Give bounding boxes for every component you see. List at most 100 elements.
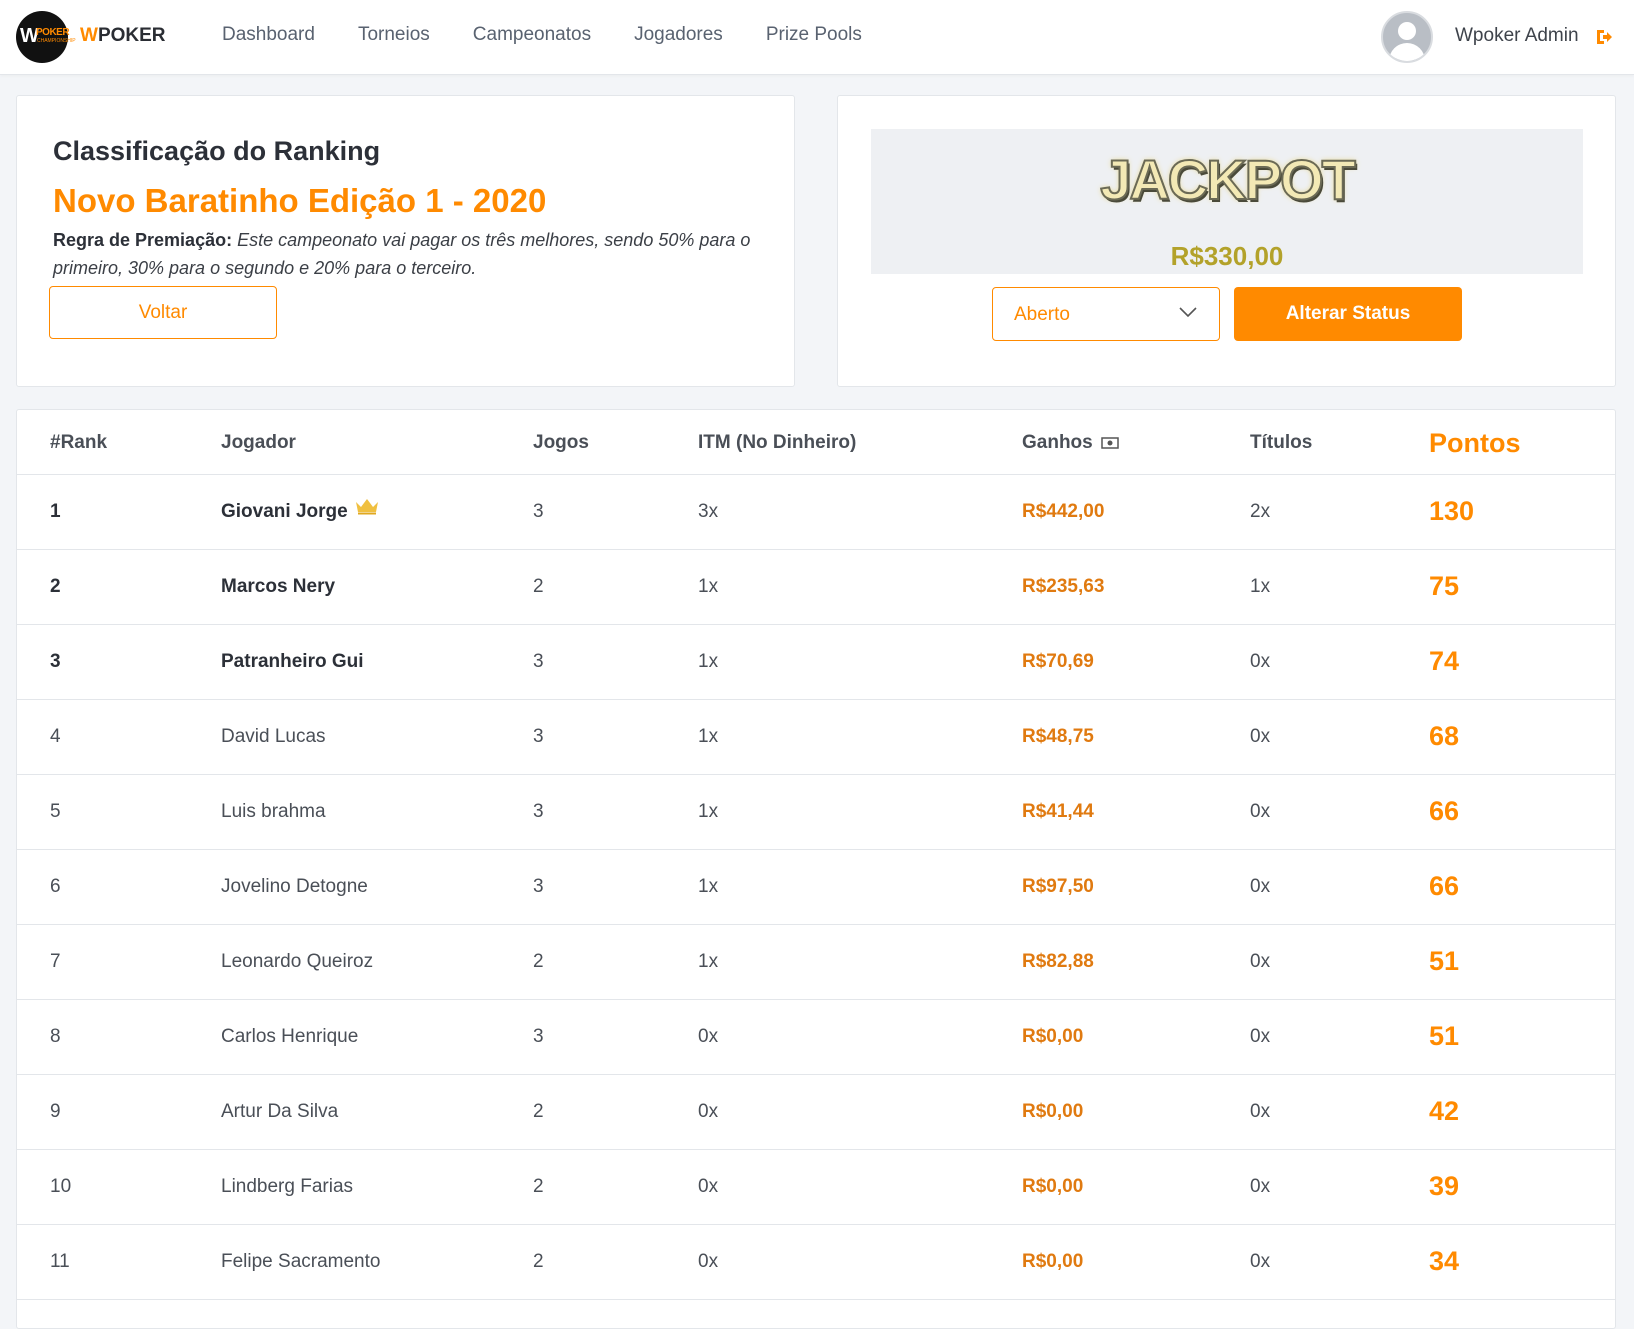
table-row[interactable]: 7 Leonardo Queiroz 2 1x R$82,88 0x 51 (17, 924, 1615, 1000)
header-player[interactable]: Jogador (221, 432, 296, 454)
points-cell-text: 39 (1429, 1171, 1460, 1201)
player-name-text: Artur Da Silva (221, 1101, 339, 1122)
table-row[interactable]: 1 Giovani Jorge 3 3x R$442,00 2x 130 (17, 474, 1615, 550)
player-name[interactable]: Luis brahma (221, 801, 326, 823)
header-rank[interactable]: #Rank (50, 432, 107, 454)
header-games[interactable]: Jogos (533, 432, 589, 454)
table-row[interactable]: 3 Patranheiro Gui 3 1x R$70,69 0x 74 (17, 624, 1615, 700)
nav-prize-pools[interactable]: Prize Pools (766, 24, 862, 46)
header-money[interactable]: Ganhos (1022, 432, 1119, 454)
brand-name[interactable]: WPOKER (80, 25, 166, 47)
titles-cell: 0x (1250, 801, 1270, 823)
games-cell-text: 3 (533, 726, 544, 747)
points-cell: 34 (1429, 1246, 1459, 1277)
itm-cell: 0x (698, 1026, 718, 1048)
table-row[interactable]: 10 Lindberg Farias 2 0x R$0,00 0x 39 (17, 1149, 1615, 1225)
games-cell: 3 (533, 501, 544, 523)
ranking-heading: Classificação do Ranking (53, 136, 381, 166)
nav-campeonatos[interactable]: Campeonatos (473, 24, 591, 46)
rank-cell-text: 4 (50, 726, 61, 747)
player-name[interactable]: Giovani Jorge (221, 499, 380, 523)
player-name[interactable]: David Lucas (221, 726, 326, 748)
status-selected-value: Aberto (1014, 304, 1070, 325)
change-status-button[interactable]: Alterar Status (1234, 287, 1462, 341)
logout-icon[interactable] (1595, 28, 1613, 46)
back-button[interactable]: Voltar (49, 286, 277, 339)
rank-cell: 1 (50, 501, 61, 523)
titles-cell-text: 0x (1250, 1026, 1271, 1047)
player-name[interactable]: Felipe Sacramento (221, 1251, 380, 1273)
player-name-text: Felipe Sacramento (221, 1251, 381, 1272)
brand-rest: POKER (97, 25, 166, 46)
titles-cell: 0x (1250, 876, 1270, 898)
table-row[interactable]: 6 Jovelino Detogne 3 1x R$97,50 0x 66 (17, 849, 1615, 925)
money-cell: R$48,75 (1022, 726, 1094, 748)
titles-cell-text: 0x (1250, 1101, 1271, 1122)
avatar-body (1389, 43, 1425, 61)
brand-prefix: W (80, 25, 98, 46)
player-name[interactable]: Carlos Henrique (221, 1026, 358, 1048)
money-cell-text: R$0,00 (1022, 1251, 1084, 1272)
player-name[interactable]: Patranheiro Gui (221, 651, 364, 673)
points-cell: 68 (1429, 721, 1459, 752)
player-name[interactable]: Leonardo Queiroz (221, 951, 373, 973)
user-name[interactable]: Wpoker Admin (1455, 25, 1579, 47)
titles-cell-text: 0x (1250, 876, 1271, 897)
money-cell: R$82,88 (1022, 951, 1094, 973)
money-cell: R$0,00 (1022, 1251, 1083, 1273)
titles-cell-text: 0x (1250, 1251, 1271, 1272)
table-row[interactable]: 11 Felipe Sacramento 2 0x R$0,00 0x 34 (17, 1224, 1615, 1300)
money-cell: R$0,00 (1022, 1101, 1083, 1123)
titles-cell: 0x (1250, 651, 1270, 673)
header-itm[interactable]: ITM (No Dinheiro) (698, 432, 856, 454)
header-points[interactable]: Pontos (1429, 428, 1521, 459)
player-name[interactable]: Lindberg Farias (221, 1176, 353, 1198)
header-titles[interactable]: Títulos (1250, 432, 1312, 454)
prize-rule-label: Regra de Premiação: (53, 230, 233, 250)
header-money-label: Ganhos (1022, 432, 1093, 453)
points-cell-text: 130 (1429, 496, 1475, 526)
user-avatar[interactable] (1381, 11, 1433, 63)
money-cell-text: R$0,00 (1022, 1101, 1084, 1122)
player-name[interactable]: Jovelino Detogne (221, 876, 368, 898)
table-row[interactable]: 2 Marcos Nery 2 1x R$235,63 1x 75 (17, 549, 1615, 625)
games-cell: 3 (533, 726, 544, 748)
rank-cell-text: 1 (50, 501, 61, 522)
money-cell: R$442,00 (1022, 501, 1104, 523)
points-cell-text: 75 (1429, 571, 1460, 601)
itm-cell-text: 0x (698, 1176, 719, 1197)
titles-cell: 0x (1250, 1026, 1270, 1048)
games-cell-text: 3 (533, 651, 544, 672)
nav-dashboard[interactable]: Dashboard (222, 24, 315, 46)
championship-title: Novo Baratinho Edição 1 - 2020 (53, 182, 547, 219)
games-cell: 2 (533, 576, 544, 598)
titles-cell-text: 0x (1250, 801, 1271, 822)
itm-cell: 0x (698, 1176, 718, 1198)
rank-cell: 7 (50, 951, 61, 973)
money-cell: R$97,50 (1022, 876, 1094, 898)
games-cell-text: 3 (533, 1026, 544, 1047)
nav-torneios[interactable]: Torneios (358, 24, 430, 46)
player-name-text: Jovelino Detogne (221, 876, 368, 897)
table-row[interactable]: 8 Carlos Henrique 3 0x R$0,00 0x 51 (17, 999, 1615, 1075)
status-select[interactable]: Aberto (992, 287, 1220, 341)
rank-cell-text: 7 (50, 951, 61, 972)
games-cell: 3 (533, 651, 544, 673)
player-name-text: Giovani Jorge (221, 501, 348, 522)
chevron-down-icon (1179, 307, 1197, 318)
table-row[interactable]: 4 David Lucas 3 1x R$48,75 0x 68 (17, 699, 1615, 775)
money-cell-text: R$442,00 (1022, 501, 1105, 522)
itm-cell: 3x (698, 501, 718, 523)
player-name[interactable]: Artur Da Silva (221, 1101, 338, 1123)
player-name[interactable]: Marcos Nery (221, 576, 335, 598)
points-cell-text: 66 (1429, 796, 1460, 826)
wpoker-logo[interactable]: W POKER CHAMPIONSHIP (16, 11, 76, 63)
table-row[interactable]: 5 Luis brahma 3 1x R$41,44 0x 66 (17, 774, 1615, 850)
money-cell-text: R$0,00 (1022, 1176, 1084, 1197)
itm-cell-text: 0x (698, 1251, 719, 1272)
nav-jogadores[interactable]: Jogadores (634, 24, 723, 46)
rank-cell: 6 (50, 876, 61, 898)
table-row[interactable]: 9 Artur Da Silva 2 0x R$0,00 0x 42 (17, 1074, 1615, 1150)
games-cell: 3 (533, 801, 544, 823)
games-cell-text: 2 (533, 951, 544, 972)
